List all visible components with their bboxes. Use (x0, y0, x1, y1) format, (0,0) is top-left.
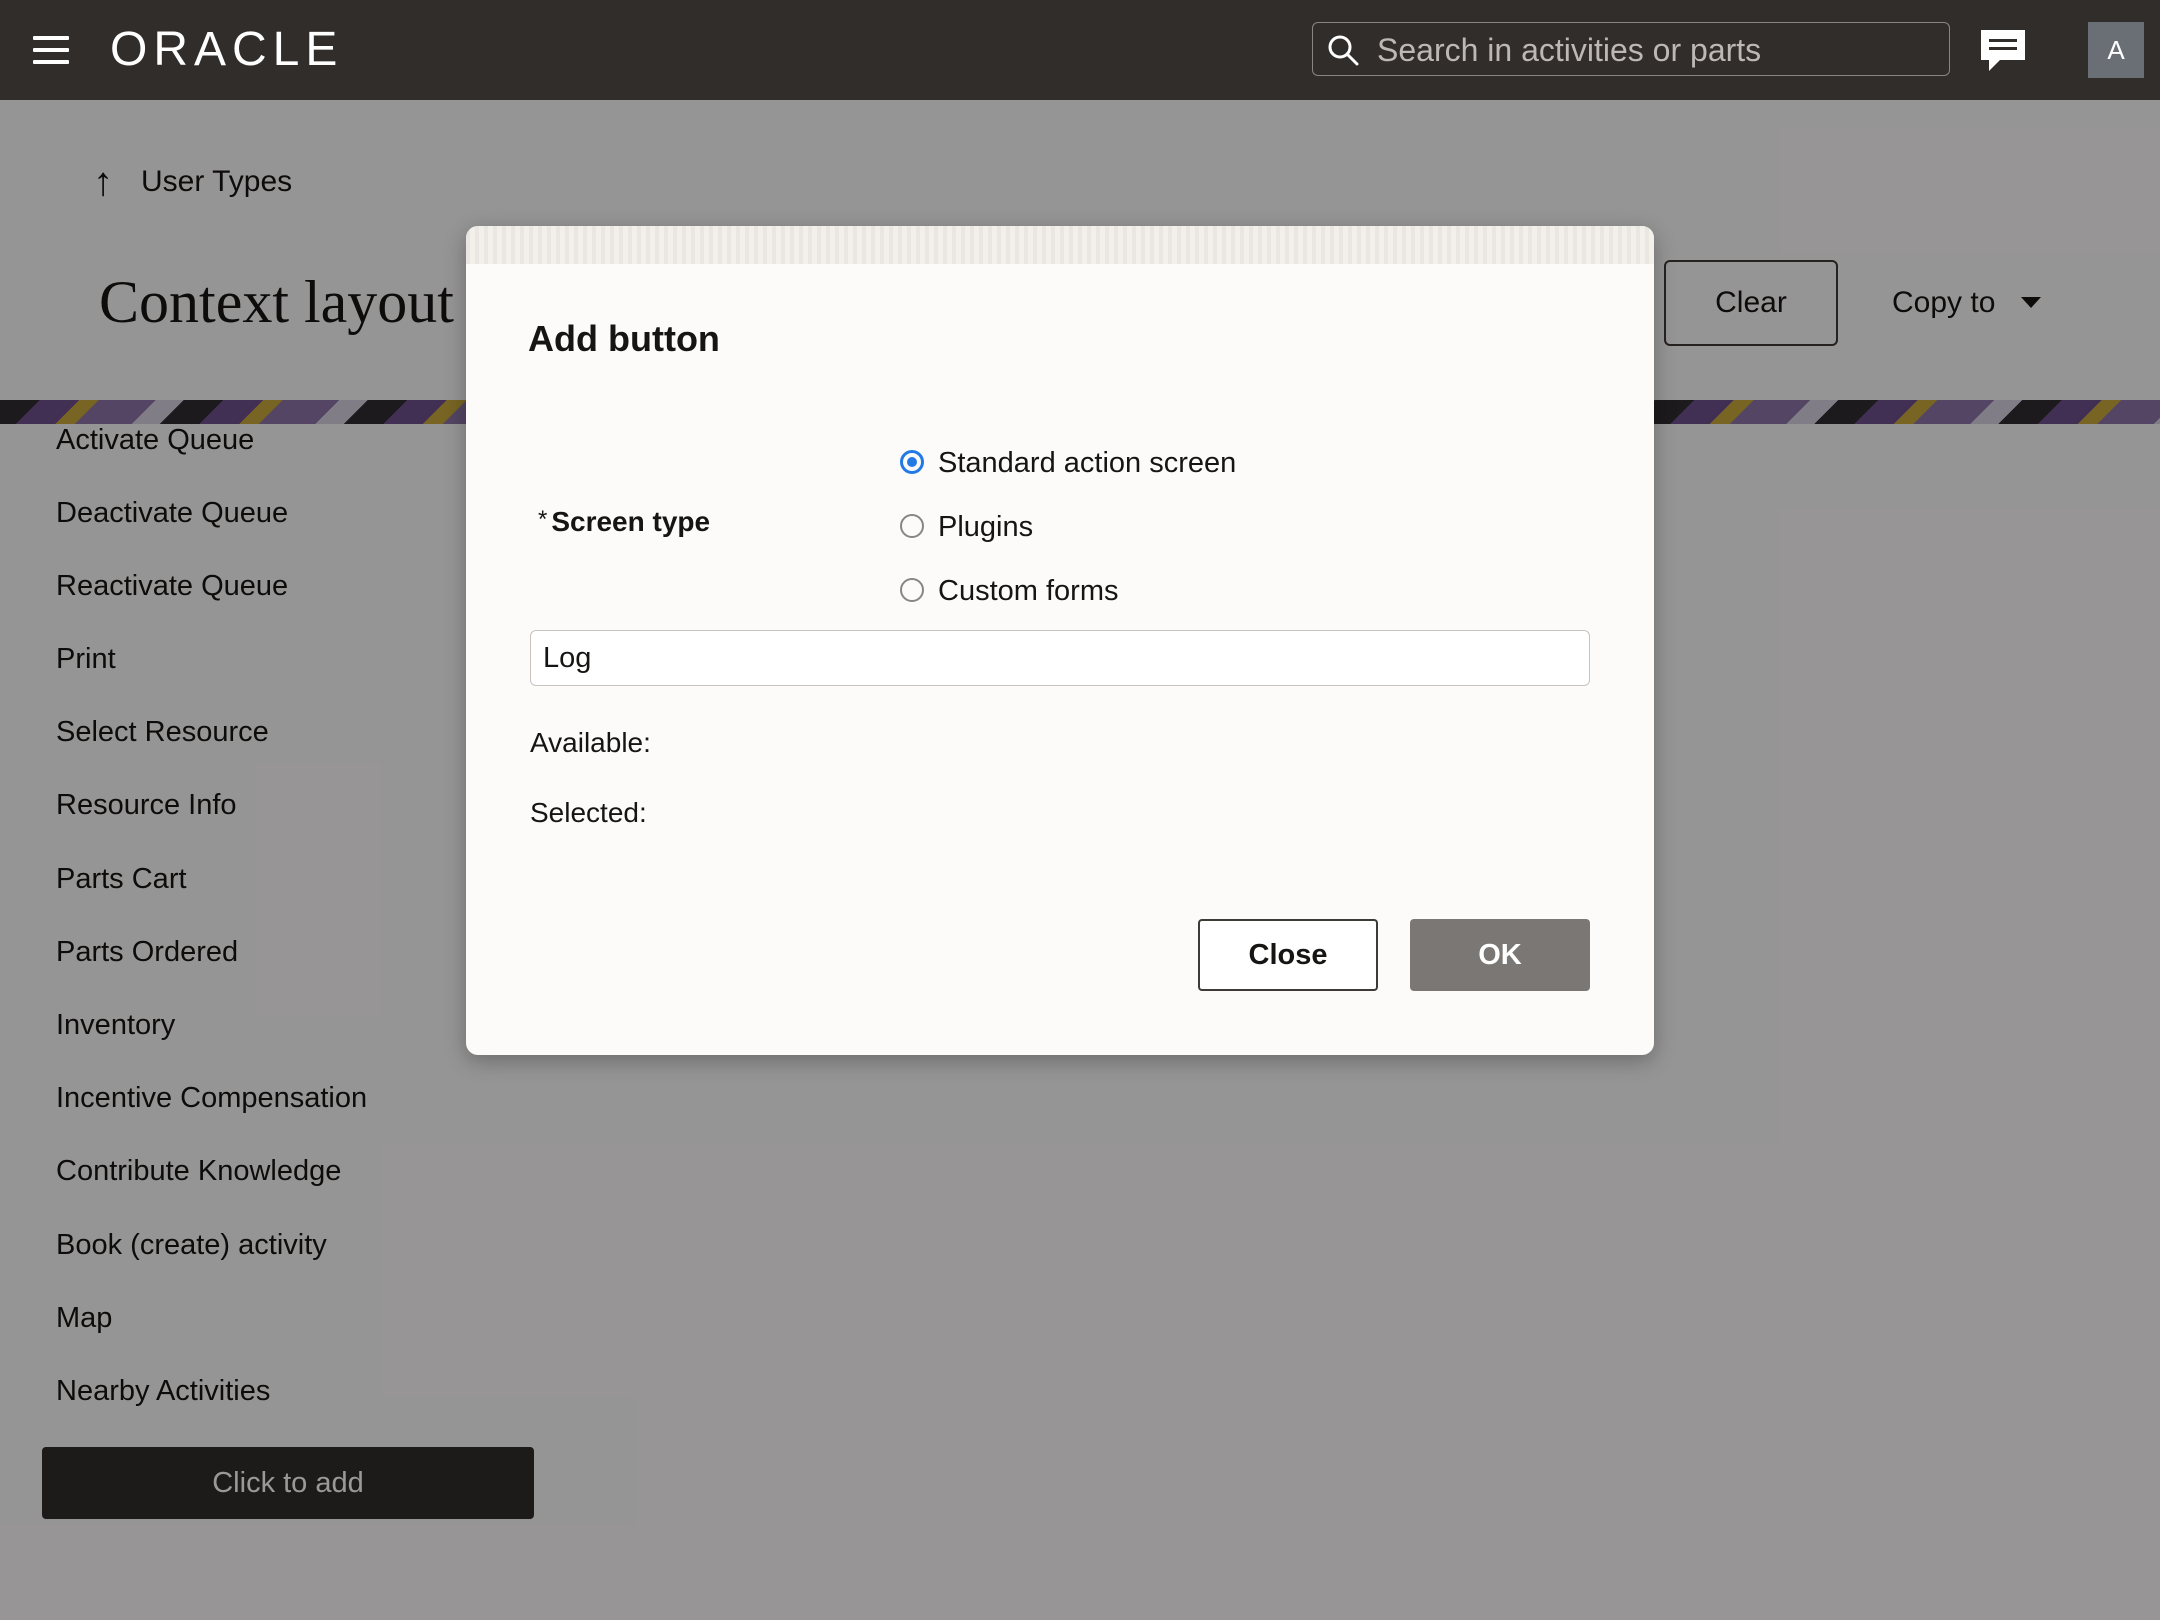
chat-icon[interactable] (1978, 27, 2028, 75)
search-input[interactable] (1375, 29, 1939, 71)
oracle-logo: ORACLE (110, 23, 344, 76)
dialog-title: Add button (528, 318, 720, 359)
radio-selected-icon[interactable] (900, 450, 924, 474)
add-button-dialog: Add button * Screen type Standard action … (466, 226, 1654, 1055)
radio-label: Plugins (938, 511, 1034, 543)
close-button[interactable]: Close (1198, 919, 1378, 991)
avatar[interactable]: A (2088, 22, 2144, 78)
menu-icon[interactable] (33, 36, 69, 64)
available-label: Available: (530, 727, 651, 758)
ok-button[interactable]: OK (1410, 919, 1590, 991)
app-header: ORACLE A (0, 0, 2160, 100)
selected-label: Selected: (530, 797, 647, 828)
required-indicator: * (538, 506, 548, 533)
search-icon (1328, 35, 1359, 66)
radio-unselected-icon[interactable] (900, 578, 924, 602)
dialog-header-texture (466, 226, 1654, 264)
search-box[interactable] (1312, 22, 1950, 76)
radio-label: Custom forms (938, 575, 1119, 607)
radio-label: Standard action screen (938, 447, 1237, 479)
radio-unselected-icon[interactable] (900, 514, 924, 538)
screen-type-label: * Screen type (538, 506, 710, 538)
screen-type-label-text: Screen type (551, 506, 711, 537)
button-name-field[interactable] (530, 630, 1590, 686)
